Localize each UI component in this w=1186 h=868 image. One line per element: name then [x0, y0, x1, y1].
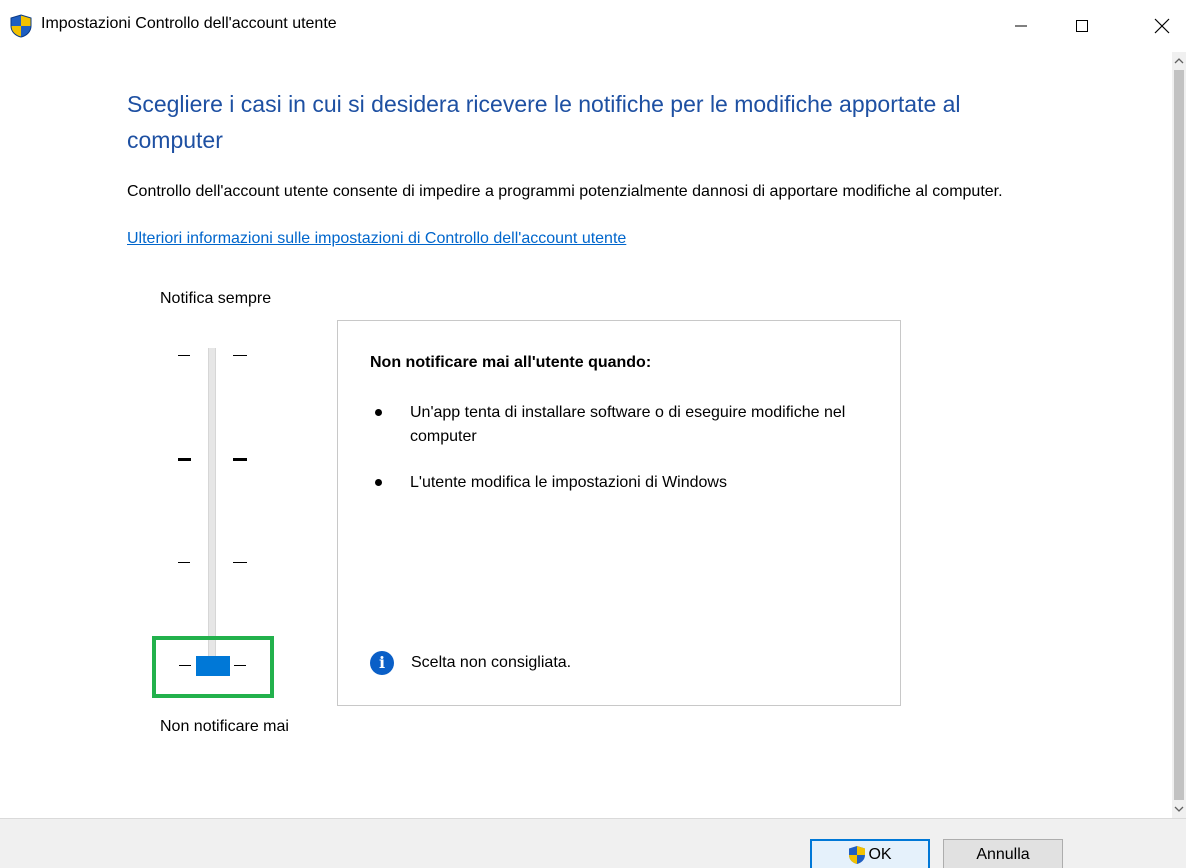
list-item: Un'app tenta di installare software o di… — [370, 401, 850, 449]
scroll-down-button[interactable] — [1172, 800, 1186, 818]
minimize-button[interactable] — [998, 0, 1044, 52]
scroll-up-button[interactable] — [1172, 52, 1186, 70]
window-title: Impostazioni Controllo dell'account uten… — [41, 15, 337, 32]
chevron-down-icon — [1174, 806, 1184, 812]
bullet-icon — [375, 479, 382, 486]
recommendation-note: Scelta non consigliata. — [411, 654, 572, 671]
vertical-scrollbar[interactable] — [1172, 52, 1186, 818]
ok-button-label: OK — [868, 846, 892, 863]
slider-tick — [233, 355, 247, 356]
cancel-button-label: Annulla — [976, 846, 1030, 863]
bullet-icon — [375, 409, 382, 416]
slider-tick — [233, 458, 247, 461]
page-headline: Scegliere i casi in cui si desidera rice… — [127, 91, 961, 153]
slider-tick — [178, 458, 191, 461]
dialog-footer: OK Annulla — [0, 818, 1186, 868]
ok-button[interactable]: OK — [810, 839, 930, 868]
chevron-up-icon — [1174, 58, 1184, 64]
page-description: Controllo dell'account utente consente d… — [127, 183, 1003, 200]
slider-tick — [178, 562, 190, 563]
notification-level-slider-track[interactable] — [208, 348, 216, 666]
slider-bottom-label: Non notificare mai — [160, 718, 289, 735]
slider-focus-highlight — [152, 636, 274, 698]
slider-tick — [233, 562, 247, 563]
slider-tick — [178, 355, 190, 356]
more-info-link[interactable]: Ulteriori informazioni sulle impostazion… — [127, 230, 626, 248]
panel-title: Non notificare mai all'utente quando: — [370, 354, 652, 371]
info-icon: i — [370, 651, 394, 675]
maximize-button[interactable] — [1059, 0, 1105, 52]
slider-top-label: Notifica sempre — [160, 290, 272, 307]
list-item-text: L'utente modifica le impostazioni di Win… — [410, 474, 727, 491]
close-icon — [1154, 18, 1170, 34]
maximize-icon — [1076, 20, 1088, 32]
title-bar: Impostazioni Controllo dell'account uten… — [0, 0, 1186, 52]
scroll-thumb[interactable] — [1174, 70, 1184, 800]
uac-shield-icon — [849, 846, 866, 864]
cancel-button[interactable]: Annulla — [943, 839, 1063, 868]
list-item: L'utente modifica le impostazioni di Win… — [370, 471, 850, 495]
close-button[interactable] — [1139, 0, 1185, 52]
minimize-icon — [1015, 25, 1027, 27]
list-item-text: Un'app tenta di installare software o di… — [410, 404, 846, 445]
level-description-panel: Non notificare mai all'utente quando: Un… — [337, 320, 901, 706]
panel-list: Un'app tenta di installare software o di… — [370, 401, 850, 517]
uac-shield-icon — [10, 14, 32, 38]
uac-settings-window: Impostazioni Controllo dell'account uten… — [0, 0, 1186, 868]
